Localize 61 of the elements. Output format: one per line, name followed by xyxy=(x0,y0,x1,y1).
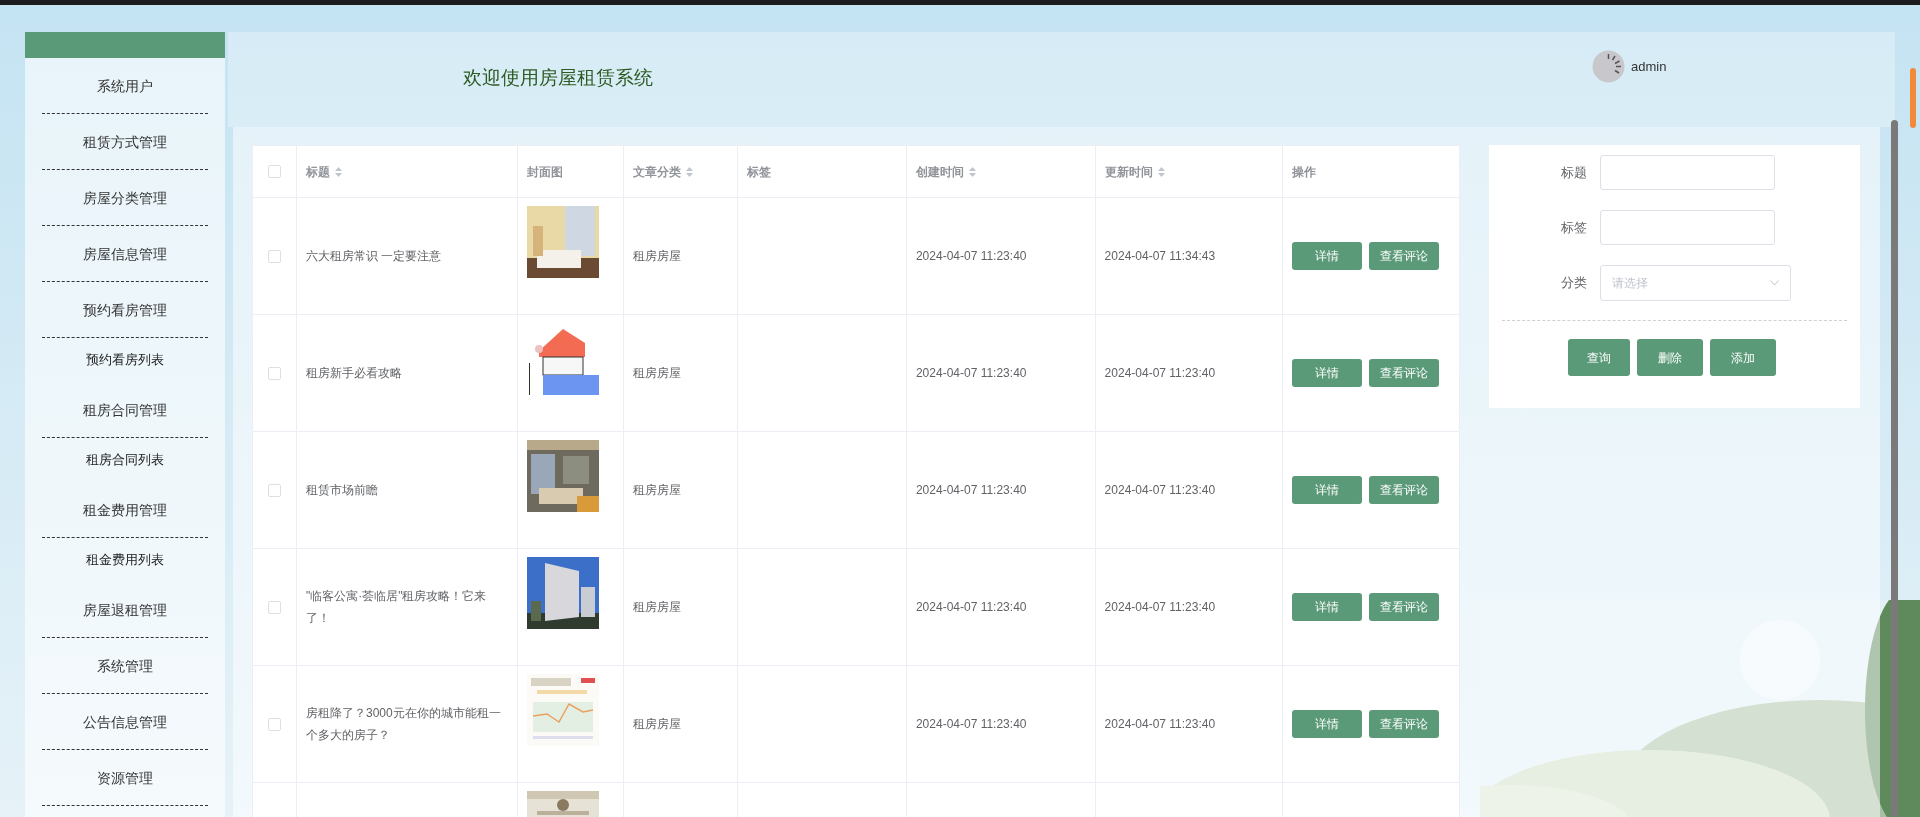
table-cell-text: 2024-04-07 11:23:40 xyxy=(915,248,1027,265)
avatar-icon xyxy=(1592,50,1625,83)
chevron-icon xyxy=(1770,279,1779,286)
table-cell-text: 租房房屋 xyxy=(633,365,682,382)
column-header: 标签 xyxy=(747,163,772,181)
sidebar-item[interactable]: 公告信息管理 xyxy=(83,711,167,733)
sidebar-item[interactable]: 系统用户 xyxy=(97,75,153,97)
table-cell-text: 2024-04-07 11:23:40 xyxy=(915,365,1027,382)
column-header: 标题 xyxy=(305,163,330,181)
input-field[interactable] xyxy=(1600,210,1775,245)
sidebar-item[interactable]: 房屋分类管理 xyxy=(83,187,167,209)
table-cell-text: 2024-04-07 11:23:40 xyxy=(915,482,1027,499)
column-header: 更新时间 xyxy=(1104,163,1153,181)
checkbox[interactable] xyxy=(267,483,281,497)
sidebar-item[interactable]: 租房合同管理 xyxy=(83,399,167,421)
column-header: 创建时间 xyxy=(915,163,964,181)
column-header: 封面图 xyxy=(526,163,563,181)
sidebar-item[interactable]: 租金费用管理 xyxy=(83,499,167,521)
page-title: 欢迎使用房屋租赁系统 xyxy=(463,66,653,90)
field-label: 标签 xyxy=(1560,218,1588,237)
user-name: admin xyxy=(1631,57,1667,76)
sort-icon[interactable] xyxy=(1157,166,1165,177)
sidebar-item[interactable]: 资源管理 xyxy=(97,767,153,789)
table-cell-text: 2024-04-07 11:23:40 xyxy=(1104,365,1216,382)
table-cell-text: 2024-04-07 11:23:40 xyxy=(1104,599,1216,616)
column-header: 文章分类 xyxy=(633,163,682,181)
field-label: 分类 xyxy=(1560,273,1588,292)
sidebar-item[interactable]: 租金费用列表 xyxy=(86,550,164,570)
sidebar-item[interactable]: 预约看房管理 xyxy=(83,299,167,321)
table-cell-text: 2024-04-07 11:23:40 xyxy=(1104,482,1216,499)
scrollbar-thumb xyxy=(1910,68,1916,128)
checkbox[interactable] xyxy=(267,717,281,731)
checkbox[interactable] xyxy=(267,366,281,380)
field-label: 标题 xyxy=(1560,163,1588,182)
sidebar-item[interactable]: 房屋信息管理 xyxy=(83,243,167,265)
table-cell-text: 2024-04-07 11:23:40 xyxy=(915,716,1027,733)
checkbox[interactable] xyxy=(267,600,281,614)
table-cell-text: 房租降了？3000元在你的城市能租一个多大的房子？ xyxy=(305,705,502,744)
table-cell-text: 租房房屋 xyxy=(633,716,682,733)
table-cell-text: 2024-04-07 11:23:40 xyxy=(1104,716,1216,733)
table-cell-text: 租房新手必看攻略 xyxy=(305,365,402,382)
sort-icon[interactable] xyxy=(686,166,694,177)
table-cell-text: 租房房屋 xyxy=(633,482,682,499)
sort-icon[interactable] xyxy=(334,166,342,177)
table-cell-text: 租赁市场前瞻 xyxy=(305,482,378,499)
sidebar-item[interactable]: 租房合同列表 xyxy=(86,450,164,470)
sidebar-item[interactable]: 预约看房列表 xyxy=(86,350,164,370)
table-cell-text: 2024-04-07 11:23:40 xyxy=(915,599,1027,616)
table-cell-text: 六大租房常识 一定要注意 xyxy=(305,248,442,265)
column-header: 操作 xyxy=(1292,163,1317,181)
input-field[interactable] xyxy=(1600,155,1775,190)
sidebar-item[interactable]: 系统管理 xyxy=(97,655,153,677)
checkbox[interactable] xyxy=(267,165,281,178)
sidebar-item[interactable]: 租赁方式管理 xyxy=(83,131,167,153)
table-cell-text: 2024-04-07 11:34:43 xyxy=(1104,248,1216,265)
table-cell-text: 租房房屋 xyxy=(633,599,682,616)
sort-icon[interactable] xyxy=(968,166,976,177)
table-cell-text: 租房房屋 xyxy=(633,248,682,265)
checkbox[interactable] xyxy=(267,249,281,263)
table-cell-text: "临客公寓·荟临居"租房攻略！它来了！ xyxy=(305,588,488,627)
sidebar-item[interactable]: 房屋退租管理 xyxy=(83,599,167,621)
